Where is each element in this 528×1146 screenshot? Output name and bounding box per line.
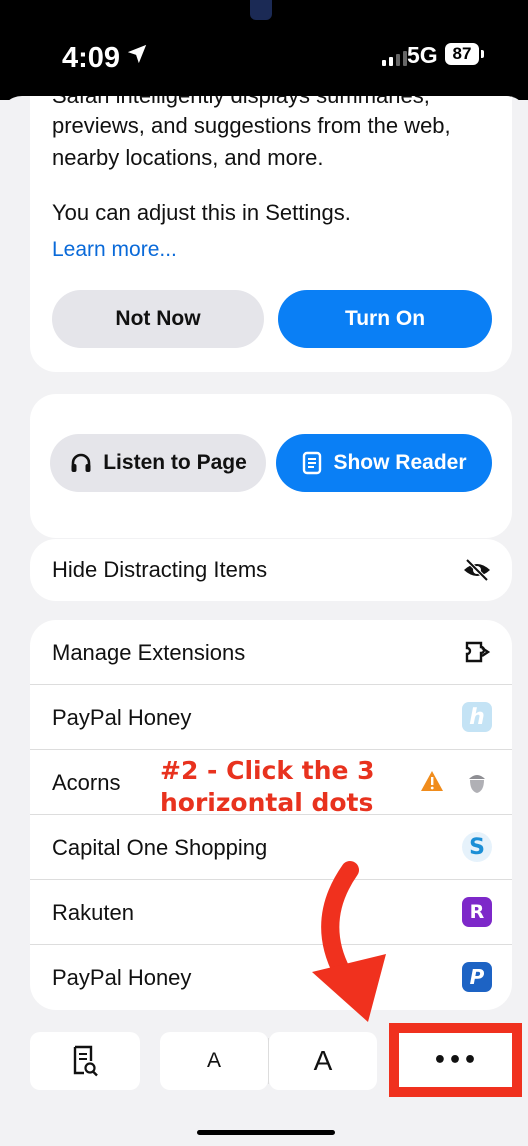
network-type: 5G [407,42,438,68]
capital-one-s-icon: S [462,832,492,862]
home-indicator [197,1130,335,1135]
annotation-line-1: #2 - Click the 3 [160,756,375,785]
not-now-button[interactable]: Not Now [52,290,264,348]
annotation-line-2: horizontal dots [160,788,374,817]
rakuten-icon: R [462,897,492,927]
extension-label: Manage Extensions [52,640,246,665]
safari-intelligence-card: Safari intelligently displays summaries,… [30,96,512,372]
eye-slash-icon [464,558,490,582]
listen-label: Listen to Page [103,451,247,474]
cellular-signal-icon [382,48,410,66]
turn-on-label: Turn On [344,307,426,330]
extension-label: Rakuten [52,900,134,925]
page-report-icon [73,1045,98,1077]
intelligence-description: previews, and suggestions from the web, … [52,113,451,170]
status-bar: 4:09 5G 87 [0,0,528,100]
manage-extensions-row[interactable]: Manage Extensions [30,620,512,685]
extension-label: Capital One Shopping [52,835,268,860]
large-a-label: A [313,1045,333,1076]
acorn-icon [469,775,485,793]
more-dots-icon: ••• [432,1047,479,1073]
paypal-icon: P [462,962,492,992]
capital-one-shopping-row[interactable]: Capital One Shopping S [30,815,512,880]
adjust-settings-text: You can adjust this in Settings. [52,200,351,225]
safari-menu-sheet: Safari intelligently displays summaries,… [0,96,528,1146]
warning-icon [421,771,443,791]
hide-distracting-label: Hide Distracting Items [52,557,268,582]
background-peek [250,0,272,20]
extension-label: Acorns [52,770,121,795]
extensions-icon [465,641,491,663]
honey-icon: ℎ [462,702,492,732]
location-arrow-icon [127,44,147,64]
page-actions-card: Listen to Page Show Reader [30,394,512,538]
extension-label: PayPal Honey [52,965,192,990]
show-reader-button[interactable]: Show Reader [276,434,492,492]
rakuten-row[interactable]: Rakuten R [30,880,512,945]
decrease-text-size-button[interactable]: A [160,1032,268,1090]
not-now-label: Not Now [115,307,201,330]
more-options-button[interactable]: ••• [389,1023,522,1097]
hide-distracting-items-row[interactable]: Hide Distracting Items [30,539,512,601]
increase-text-size-button[interactable]: A [269,1032,377,1090]
status-time: 4:09 [62,42,121,74]
tutorial-annotation: #2 - Click the 3 horizontal dots [160,757,400,817]
page-report-button[interactable] [30,1032,140,1090]
small-a-label: A [206,1049,221,1072]
show-reader-label: Show Reader [333,451,467,474]
paypal-honey-row[interactable]: PayPal Honey ℎ [30,685,512,750]
turn-on-button[interactable]: Turn On [278,290,492,348]
reader-icon [303,451,322,475]
headphones-icon [71,453,91,472]
curved-arrow-annotation [312,861,386,1022]
learn-more-link[interactable]: Learn more... [52,238,177,262]
paypal-honey-row-2[interactable]: PayPal Honey P [30,945,512,1009]
extension-label: PayPal Honey [52,705,192,730]
listen-to-page-button[interactable]: Listen to Page [50,434,266,492]
battery-icon: 87 [445,43,479,65]
battery-tip [481,50,484,58]
